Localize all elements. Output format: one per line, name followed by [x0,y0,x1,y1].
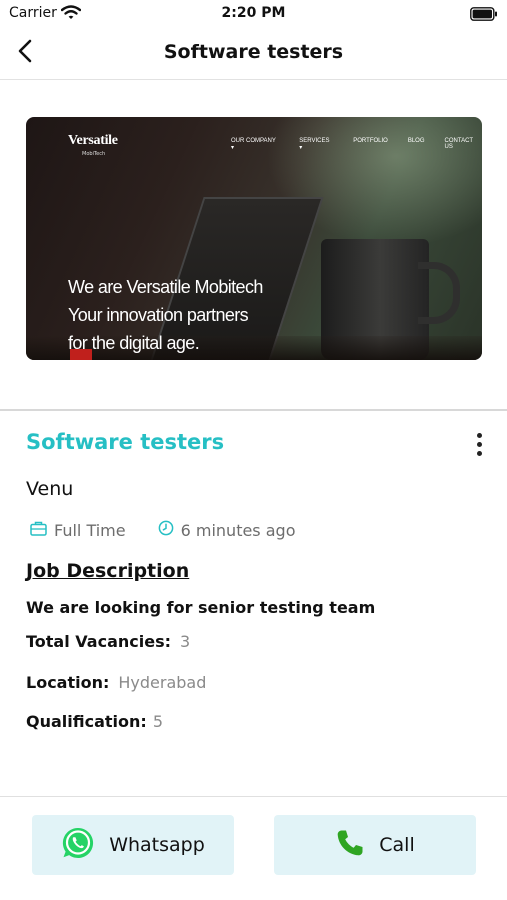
mug-handle-graphic [418,262,460,324]
banner-menu-item: SERVICES ▾ [299,138,330,151]
call-label: Call [379,834,415,856]
clock: 2:20 PM [221,5,286,21]
bottom-divider [0,796,507,797]
vacancies-value: 3 [180,632,191,651]
phone-icon [335,828,365,862]
banner-tagline-line: Your innovation partners [68,305,249,325]
vertical-dots-icon [476,432,482,438]
banner-menu: OUR COMPANY ▾ SERVICES ▾ PORTFOLIO BLOG … [231,138,482,151]
call-button[interactable]: Call [274,815,476,875]
whatsapp-button[interactable]: Whatsapp [32,815,234,875]
posted-time: 6 minutes ago [158,520,296,540]
job-description-heading: Job Description [26,560,190,582]
job-title: Software testers [26,430,225,454]
battery-icon [470,6,498,25]
banner-tagline-line: We are Versatile Mobitech [68,277,263,297]
section-divider [0,409,507,411]
vacancies-field: Total Vacancies: 3 [26,632,190,651]
banner-menu-item: PORTFOLIO [353,138,388,144]
banner-menu-item: BLOG [407,138,425,144]
location-label: Location: [26,673,110,692]
banner-menu-item: OUR COMPANY ▾ [231,138,276,151]
banner-tagline: We are Versatile Mobitech Your innovatio… [68,273,263,357]
clock-icon [158,520,181,540]
whatsapp-icon [61,826,95,864]
job-banner-image: Versatile MobiTech OUR COMPANY ▾ SERVICE… [26,117,482,360]
vacancies-label: Total Vacancies: [26,632,171,651]
banner-tagline-line: for the digital age. [68,333,200,353]
page-title: Software testers [163,41,344,63]
posted-time-label: 6 minutes ago [180,520,296,540]
qualification-field: Qualification: 5 [26,712,163,731]
job-type: Full Time [30,521,126,540]
banner-logo-sub: MobiTech [82,151,106,157]
job-type-label: Full Time [54,520,126,540]
status-bar: Carrier 2:20 PM [0,0,507,28]
location-field: Location: Hyderabad [26,673,206,692]
job-description-text: We are looking for senior testing team [26,598,376,617]
briefcase-icon [30,521,54,540]
job-meta: Full Time 6 minutes ago [30,520,295,540]
qualification-label: Qualification: [26,712,147,731]
banner-menu-item: CONTACT US [444,138,473,150]
more-options-button[interactable] [466,430,492,458]
location-value: Hyderabad [118,673,207,692]
nav-bar: Software testers [0,28,507,80]
whatsapp-label: Whatsapp [109,834,205,856]
banner-logo: Versatile [68,133,118,148]
company-name: Venu [26,478,74,500]
qualification-value: 5 [152,712,163,731]
